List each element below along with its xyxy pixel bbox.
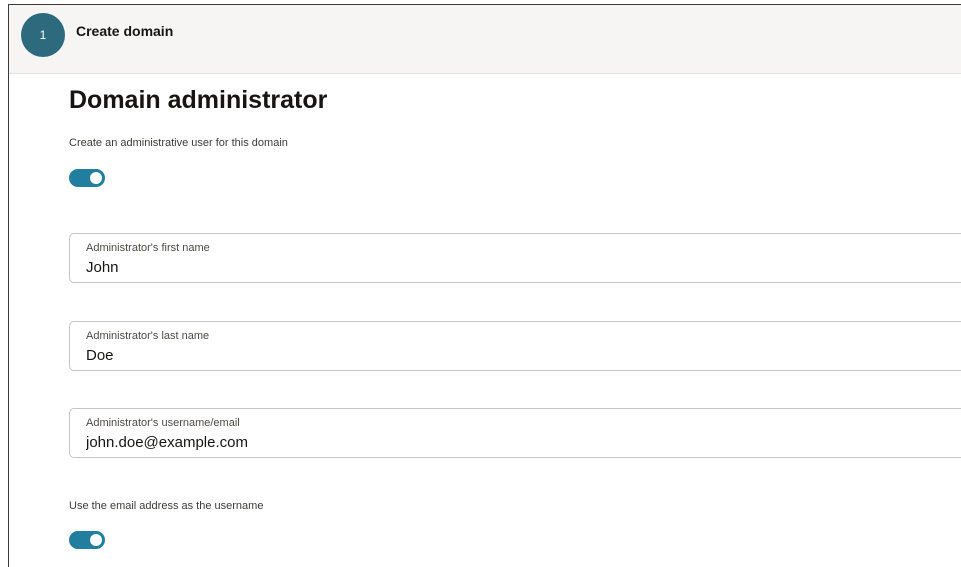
last-name-label: Administrator's last name	[86, 330, 210, 342]
first-name-input[interactable]	[86, 259, 786, 276]
last-name-field[interactable]: Administrator's last name	[69, 321, 961, 371]
first-name-label: Administrator's first name	[86, 242, 210, 254]
email-as-username-toggle[interactable]	[69, 531, 105, 549]
username-email-input[interactable]	[86, 434, 786, 451]
step-number-badge: 1	[21, 13, 65, 57]
create-admin-label: Create an administrative user for this d…	[69, 137, 288, 149]
last-name-input[interactable]	[86, 347, 786, 364]
step-number: 1	[39, 28, 47, 42]
page-title: Domain administrator	[69, 86, 328, 114]
username-email-field[interactable]: Administrator's username/email	[69, 408, 961, 458]
step-label[interactable]: Create domain	[76, 23, 173, 39]
create-admin-toggle[interactable]	[69, 169, 105, 187]
wizard-header: 1 Create domain	[9, 5, 961, 74]
frame-left-border	[8, 4, 9, 567]
email-as-username-label: Use the email address as the username	[69, 500, 264, 512]
username-email-label: Administrator's username/email	[86, 417, 240, 429]
toggle-knob	[90, 534, 102, 546]
toggle-knob	[90, 172, 102, 184]
first-name-field[interactable]: Administrator's first name	[69, 233, 961, 283]
